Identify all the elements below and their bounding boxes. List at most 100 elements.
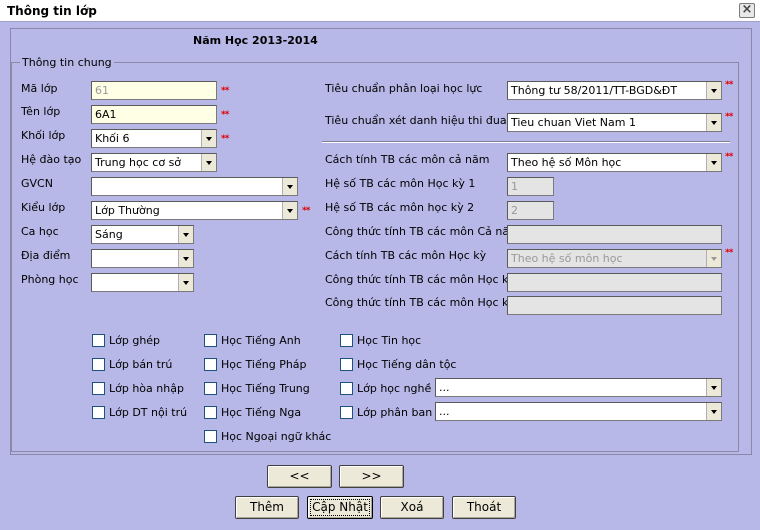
checkbox-hoc-tieng-trung[interactable] <box>204 382 217 395</box>
cong-thuc-hk2-field[interactable] <box>507 296 722 315</box>
he-dao-tao-value: Trung học cơ sở <box>95 156 182 169</box>
label-cong-thuc-ca-nam: Công thức tính TB các môn Cả năm <box>325 225 520 238</box>
checkbox-hoc-tieng-dan-toc[interactable] <box>340 358 353 371</box>
label-kieu-lop: Kiểu lớp <box>21 201 66 214</box>
chevron-down-icon[interactable] <box>706 82 721 99</box>
prev-button[interactable]: << <box>267 465 332 488</box>
label-hoc-tieng-anh: Học Tiếng Anh <box>221 334 301 347</box>
checkbox-lop-hoa-nhap[interactable] <box>92 382 105 395</box>
add-button[interactable]: Thêm <box>235 496 299 519</box>
checkbox-lop-dt-noi-tru[interactable] <box>92 406 105 419</box>
label-gvcn: GVCN <box>21 177 53 190</box>
checkbox-hoc-tin-hoc[interactable] <box>340 334 353 347</box>
checkbox-lop-ghep[interactable] <box>92 334 105 347</box>
close-icon: × <box>741 2 753 17</box>
required-marker: ** <box>302 206 310 216</box>
cach-tinh-hoc-ky-select[interactable]: Theo hệ số môn học <box>507 249 722 268</box>
cach-tinh-ca-nam-select[interactable]: Theo hệ số Môn học <box>507 153 722 172</box>
he-so-hk1-field[interactable]: 1 <box>507 177 554 196</box>
label-lop-phan-ban: Lớp phân ban <box>357 406 433 419</box>
chevron-down-icon[interactable] <box>282 202 297 219</box>
label-hoc-tieng-trung: Học Tiếng Trung <box>221 382 310 395</box>
cong-thuc-hk1-field[interactable] <box>507 273 722 292</box>
he-dao-tao-select[interactable]: Trung học cơ sở <box>91 153 217 172</box>
title-bar: Thông tin lớp × <box>0 0 760 22</box>
hoc-nghe-value: ... <box>439 381 450 394</box>
checkbox-lop-ban-tru[interactable] <box>92 358 105 371</box>
required-marker: ** <box>221 134 229 144</box>
chevron-down-icon[interactable] <box>706 403 721 420</box>
label-hoc-tieng-dan-toc: Học Tiếng dân tộc <box>357 358 457 371</box>
label-hoc-tieng-nga: Học Tiếng Nga <box>221 406 302 419</box>
gvcn-select[interactable] <box>91 177 298 196</box>
he-so-hk2-field[interactable]: 2 <box>507 201 554 220</box>
label-hoc-tieng-phap: Học Tiếng Pháp <box>221 358 307 371</box>
label-cong-thuc-hk2: Công thức tính TB các môn Học kỳ 2 <box>325 296 526 309</box>
update-button[interactable]: Cập Nhật <box>307 496 373 519</box>
checkbox-lop-hoc-nghe[interactable] <box>340 382 353 395</box>
chevron-down-icon[interactable] <box>201 130 216 147</box>
label-he-so-hk2: Hệ số TB các môn học kỳ 2 <box>325 201 475 214</box>
label-cach-tinh-ca-nam: Cách tính TB các môn cả năm <box>325 153 490 166</box>
required-marker: ** <box>725 248 733 258</box>
chevron-down-icon[interactable] <box>178 250 193 267</box>
ma-lop-field[interactable]: 61 <box>91 81 217 100</box>
delete-button[interactable]: Xoá <box>380 496 444 519</box>
required-marker: ** <box>725 152 733 162</box>
label-lop-hoa-nhap: Lớp hòa nhập <box>109 382 184 395</box>
checkbox-hoc-tieng-anh[interactable] <box>204 334 217 347</box>
dia-diem-select[interactable] <box>91 249 194 268</box>
label-dia-diem: Địa điểm <box>21 249 71 262</box>
chevron-down-icon[interactable] <box>706 154 721 171</box>
ten-lop-field[interactable]: 6A1 <box>91 105 217 124</box>
checkbox-hoc-tieng-phap[interactable] <box>204 358 217 371</box>
label-khoi-lop: Khối lớp <box>21 129 66 142</box>
cong-thuc-ca-nam-field[interactable] <box>507 225 722 244</box>
phan-ban-select[interactable]: ... <box>435 402 722 421</box>
next-button[interactable]: >> <box>339 465 404 488</box>
required-marker: ** <box>725 112 733 122</box>
checkbox-lop-phan-ban[interactable] <box>340 406 353 419</box>
tieu-chuan-hoc-luc-value: Thông tư 58/2011/TT-BGD&ĐT <box>511 84 678 97</box>
phong-hoc-select[interactable] <box>91 273 194 292</box>
label-hoc-ngoai-ngu-khac: Học Ngoại ngữ khác <box>221 430 332 443</box>
chevron-down-icon[interactable] <box>706 379 721 396</box>
chevron-down-icon[interactable] <box>201 154 216 171</box>
label-ten-lop: Tên lớp <box>21 105 61 118</box>
label-cong-thuc-hk1: Công thức tính TB các môn Học kỳ 1 <box>325 273 526 286</box>
label-tieu-chuan-hoc-luc: Tiêu chuẩn phân loại học lực <box>325 82 483 95</box>
group-legend: Thông tin chung <box>20 56 114 69</box>
exit-button[interactable]: Thoát <box>452 496 516 519</box>
label-lop-ghep: Lớp ghép <box>109 334 161 347</box>
cach-tinh-hoc-ky-value: Theo hệ số môn học <box>511 252 623 265</box>
window-title: Thông tin lớp <box>7 4 97 18</box>
kieu-lop-value: Lớp Thường <box>95 204 160 217</box>
label-tieu-chuan-thi-dua: Tiêu chuẩn xét danh hiệu thi đua <box>325 114 507 127</box>
kieu-lop-select[interactable]: Lớp Thường <box>91 201 298 220</box>
tieu-chuan-thi-dua-value: Tieu chuan Viet Nam 1 <box>511 116 636 129</box>
hoc-nghe-select[interactable]: ... <box>435 378 722 397</box>
section-divider <box>322 141 730 143</box>
school-year-title: Năm Học 2013-2014 <box>193 34 318 47</box>
cach-tinh-ca-nam-value: Theo hệ số Môn học <box>511 156 622 169</box>
label-ma-lop: Mã lớp <box>21 82 58 95</box>
chevron-down-icon[interactable] <box>706 250 721 267</box>
phan-ban-value: ... <box>439 405 450 418</box>
khoi-lop-select[interactable]: Khối 6 <box>91 129 217 148</box>
tieu-chuan-thi-dua-select[interactable]: Tieu chuan Viet Nam 1 <box>507 113 722 132</box>
ca-hoc-select[interactable]: Sáng <box>91 225 194 244</box>
checkbox-hoc-tieng-nga[interactable] <box>204 406 217 419</box>
label-phong-hoc: Phòng học <box>21 273 79 286</box>
chevron-down-icon[interactable] <box>282 178 297 195</box>
tieu-chuan-hoc-luc-select[interactable]: Thông tư 58/2011/TT-BGD&ĐT <box>507 81 722 100</box>
required-marker: ** <box>221 110 229 120</box>
label-hoc-tin-hoc: Học Tin học <box>357 334 422 347</box>
close-button[interactable]: × <box>739 2 755 18</box>
khoi-lop-value: Khối 6 <box>95 132 130 145</box>
chevron-down-icon[interactable] <box>178 226 193 243</box>
chevron-down-icon[interactable] <box>706 114 721 131</box>
label-he-so-hk1: Hệ số TB các môn Học kỳ 1 <box>325 177 476 190</box>
label-ca-hoc: Ca học <box>21 225 59 238</box>
checkbox-hoc-ngoai-ngu-khac[interactable] <box>204 430 217 443</box>
chevron-down-icon[interactable] <box>178 274 193 291</box>
